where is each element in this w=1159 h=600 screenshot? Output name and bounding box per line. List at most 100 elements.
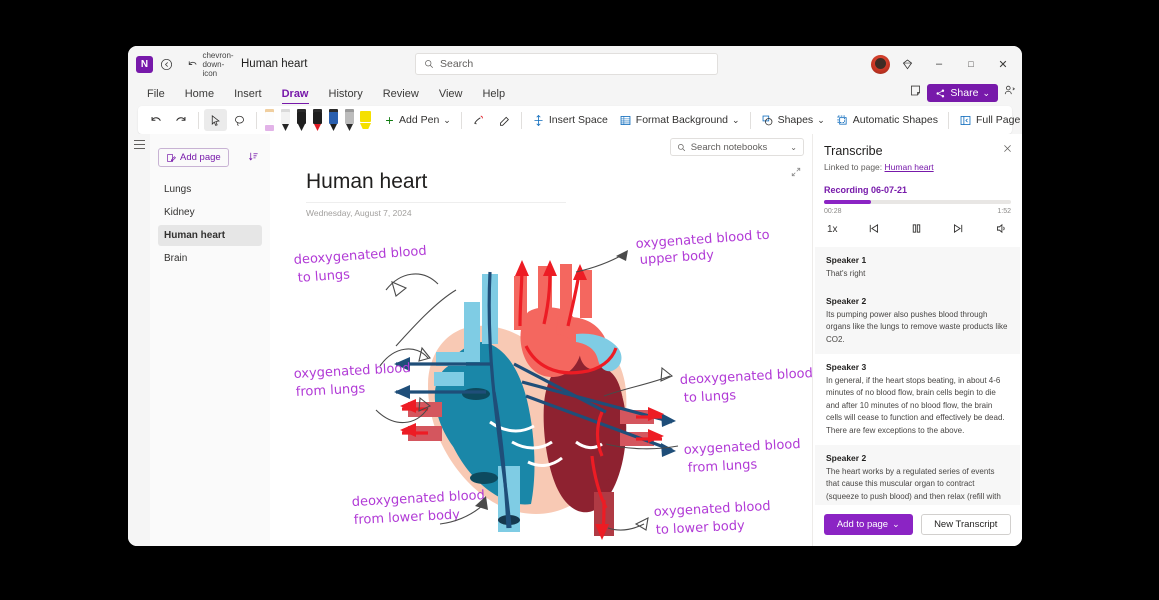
svg-text:to lungs: to lungs	[297, 267, 350, 286]
speaker-name: Speaker 2	[826, 453, 867, 464]
toolbar-divider	[256, 111, 257, 129]
svg-text:from lungs: from lungs	[687, 457, 757, 476]
linked-to-label: Linked to page:	[824, 162, 883, 172]
edit-page-icon	[167, 153, 176, 162]
onenote-window: N chevron-down-icon Human heart Search –…	[128, 46, 1022, 546]
ink-to-shape-button[interactable]	[467, 109, 491, 131]
transcript-entry-active[interactable]: Speaker 3 In general, if the heart stops…	[815, 354, 1020, 446]
full-page-view-label: Full Page View	[975, 114, 1022, 126]
lasso-select-button[interactable]	[228, 109, 251, 131]
toolbar-divider	[947, 111, 949, 129]
format-background-label: Format Background	[635, 114, 729, 126]
pen-highlighter-pink-button[interactable]	[262, 109, 277, 131]
close-icon[interactable]	[1002, 143, 1013, 157]
page-list-panel: Add page Lungs Kidney Human heart Brain	[150, 134, 270, 546]
pen-black-button[interactable]	[294, 109, 309, 131]
sticky-note-icon[interactable]	[909, 84, 922, 102]
draw-toolbar-shell: Add Pen ⌄ Insert Space Format Background…	[128, 106, 1022, 134]
transcript-entry[interactable]: Speaker 2 The heart works by a regulated…	[815, 445, 1020, 505]
transcript-entry[interactable]: Speaker 2 Its pumping power also pushes …	[815, 287, 1020, 355]
select-tool-button[interactable]	[204, 109, 227, 131]
tab-draw[interactable]: Draw	[273, 86, 318, 104]
playback-times: 00:28 1:52	[824, 208, 1011, 215]
tab-review[interactable]: Review	[374, 86, 428, 102]
tab-history[interactable]: History	[320, 86, 372, 102]
search-notebooks-chevron-down-icon: ⌄	[790, 142, 797, 152]
pointer-arrow	[575, 253, 625, 273]
speaker-text: That's right	[826, 268, 866, 278]
speaker-text: Its pumping power also pushes blood thro…	[826, 309, 1008, 344]
page-item-brain[interactable]: Brain	[158, 248, 262, 269]
skip-forward-icon[interactable]	[952, 222, 965, 238]
page-item-human-heart[interactable]: Human heart	[158, 225, 262, 246]
quick-access-chevron-down-icon[interactable]: chevron-down-icon	[202, 51, 233, 78]
transcript-list[interactable]: Speaker 1 That's right Speaker 2 Its pum…	[813, 246, 1022, 505]
new-transcript-button[interactable]: New Transcript	[920, 514, 1011, 535]
canvas-top-bar: Search notebooks ⌄	[270, 134, 812, 156]
add-pen-button[interactable]: Add Pen ⌄	[379, 109, 456, 131]
draw-toolbar: Add Pen ⌄ Insert Space Format Background…	[138, 106, 1022, 134]
format-background-button[interactable]: Format Background ⌄	[614, 109, 745, 131]
share-icon	[936, 89, 945, 97]
skip-back-icon[interactable]	[867, 222, 880, 238]
pause-icon[interactable]	[910, 222, 923, 238]
expand-icon[interactable]	[790, 166, 802, 181]
add-page-label: Add page	[180, 152, 221, 163]
svg-text:from lower body: from lower body	[353, 507, 460, 528]
maximize-button[interactable]: □	[956, 49, 986, 79]
document-title: Human heart	[241, 58, 308, 70]
share-label: Share	[950, 87, 979, 99]
navigation-toggle[interactable]	[128, 134, 150, 546]
volume-icon[interactable]	[995, 222, 1008, 238]
note-canvas: Search notebooks ⌄ Human heart Wednesday…	[270, 134, 813, 546]
undo-button[interactable]	[144, 109, 168, 131]
playback-speed-button[interactable]: 1x	[827, 224, 838, 235]
full-page-view-button[interactable]: Full Page View	[954, 109, 1022, 131]
transcript-entry[interactable]: Speaker 1 That's right	[815, 246, 1020, 288]
back-icon[interactable]	[153, 51, 179, 77]
people-icon[interactable]	[1003, 84, 1016, 102]
eraser-button[interactable]	[492, 109, 516, 131]
avatar[interactable]	[871, 54, 890, 74]
undo-icon[interactable]	[179, 51, 205, 77]
automatic-shapes-button[interactable]: Automatic Shapes	[831, 109, 943, 131]
pen-gray-button[interactable]	[342, 109, 357, 131]
playback-controls: 1x	[813, 215, 1022, 247]
search-input[interactable]: Search	[415, 53, 718, 75]
toolbar-divider	[520, 111, 522, 129]
add-page-button[interactable]: Add page	[158, 148, 229, 167]
close-button[interactable]: ✕	[988, 49, 1018, 79]
add-pen-chevron-down-icon: ⌄	[443, 114, 451, 125]
tab-home[interactable]: Home	[176, 86, 223, 102]
titlebar-right-group: – □ ✕	[871, 46, 1018, 82]
onenote-logo-icon: N	[136, 55, 153, 73]
insert-space-button[interactable]: Insert Space	[527, 109, 613, 131]
playback-progress-bar[interactable]	[824, 200, 1011, 204]
pen-white-button[interactable]	[278, 109, 293, 131]
page-item-kidney[interactable]: Kidney	[158, 202, 262, 223]
shapes-button[interactable]: Shapes ⌄	[756, 109, 830, 131]
hamburger-icon	[133, 140, 145, 546]
svg-text:oxygenated blood: oxygenated blood	[653, 499, 771, 520]
sort-icon[interactable]	[245, 151, 262, 165]
linked-page-link[interactable]: Human heart	[885, 162, 934, 172]
pen-red-button[interactable]	[310, 109, 325, 131]
search-icon	[425, 60, 433, 68]
add-to-page-button[interactable]: Add to page ⌄	[824, 514, 913, 535]
toolbar-divider	[749, 111, 751, 129]
highlighter-yellow-button[interactable]	[358, 109, 373, 131]
transcribe-panel: Transcribe Linked to page: Human heart R…	[812, 134, 1022, 546]
tab-view[interactable]: View	[430, 86, 472, 102]
search-notebooks-input[interactable]: Search notebooks ⌄	[669, 138, 804, 156]
redo-button[interactable]	[169, 109, 193, 131]
diamond-icon[interactable]	[892, 49, 922, 79]
page-item-lungs[interactable]: Lungs	[158, 179, 262, 200]
tab-insert[interactable]: Insert	[225, 86, 271, 102]
pen-blue-button[interactable]	[326, 109, 341, 131]
page-title[interactable]: Human heart	[306, 170, 812, 194]
minimize-button[interactable]: –	[924, 49, 954, 79]
tab-file[interactable]: File	[138, 86, 174, 102]
automatic-shapes-label: Automatic Shapes	[852, 114, 938, 126]
tab-help[interactable]: Help	[473, 86, 514, 102]
share-button[interactable]: Share ⌄	[927, 84, 998, 102]
